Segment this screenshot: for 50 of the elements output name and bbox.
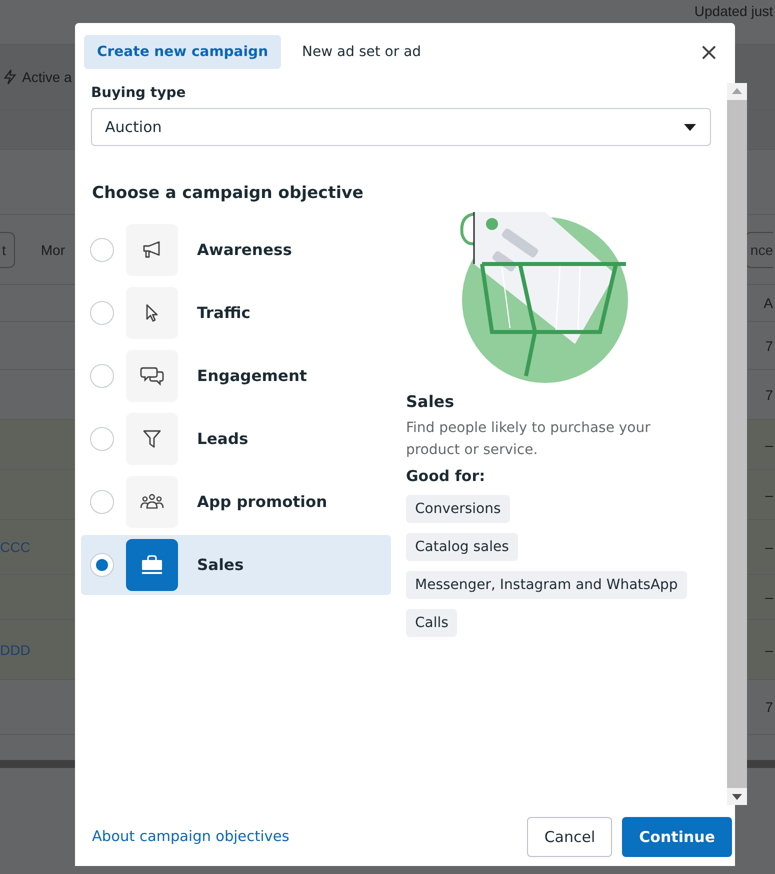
- dialog-tab[interactable]: New ad set or ad: [289, 35, 434, 69]
- objective-option[interactable]: Traffic: [81, 287, 391, 339]
- background-text: 7: [765, 386, 773, 402]
- scrollbar[interactable]: [727, 83, 747, 805]
- background-text: 7: [765, 699, 773, 715]
- scroll-down-icon[interactable]: [732, 794, 742, 800]
- shopping-bag-icon: [141, 555, 163, 575]
- radio-button[interactable]: [90, 238, 114, 262]
- filter-icon: [143, 429, 161, 449]
- cancel-button[interactable]: Cancel: [527, 817, 612, 857]
- close-button[interactable]: ×: [690, 40, 727, 64]
- caret-icon: [684, 124, 696, 130]
- objective-description: Find people likely to purchase your product or service.: [406, 419, 652, 460]
- section-heading: Choose a campaign objective: [92, 183, 364, 202]
- background-text: Mor: [40, 242, 66, 258]
- objective-option[interactable]: App promotion: [81, 476, 391, 528]
- background-text: A: [764, 295, 773, 311]
- background-text: –: [765, 436, 773, 452]
- objective-tag: Messenger, Instagram and WhatsApp: [406, 571, 687, 599]
- people-icon: [140, 493, 164, 511]
- background-text: –: [765, 642, 773, 658]
- radio-button[interactable]: [90, 427, 114, 451]
- objective-tag: Catalog sales: [406, 533, 518, 561]
- buying-type-dropdown[interactable]: Auction: [91, 108, 711, 146]
- objective-tag: Conversions: [406, 495, 510, 523]
- help-link[interactable]: About campaign objectives: [92, 829, 290, 845]
- status-text: Active a: [22, 69, 72, 85]
- objective-option[interactable]: Sales: [81, 535, 391, 595]
- continue-button[interactable]: Continue: [622, 817, 732, 857]
- objective-title: Sales: [406, 392, 454, 411]
- objective-option[interactable]: Awareness: [81, 224, 391, 276]
- radio-button[interactable]: [90, 301, 114, 325]
- dialog-tab[interactable]: Create new campaign: [84, 35, 282, 69]
- radio-button[interactable]: [90, 490, 114, 514]
- objective-option[interactable]: Leads: [81, 413, 391, 465]
- background-text: 7: [765, 338, 773, 354]
- objective-option[interactable]: Engagement: [81, 350, 391, 402]
- radio-button[interactable]: [90, 553, 114, 577]
- lightning-icon: [2, 68, 18, 86]
- background-text: Updated just: [694, 3, 773, 19]
- cursor-icon: [144, 303, 160, 323]
- field-label: Buying type: [91, 85, 187, 101]
- background-text: –: [765, 539, 773, 555]
- chat-bubbles-icon: [140, 365, 164, 387]
- background-text: –: [765, 589, 773, 605]
- radio-button[interactable]: [90, 364, 114, 388]
- background-text: –: [765, 486, 773, 502]
- good-for-label: Good for:: [406, 467, 486, 485]
- scroll-up-icon[interactable]: [732, 88, 742, 94]
- objective-tag: Calls: [406, 609, 458, 637]
